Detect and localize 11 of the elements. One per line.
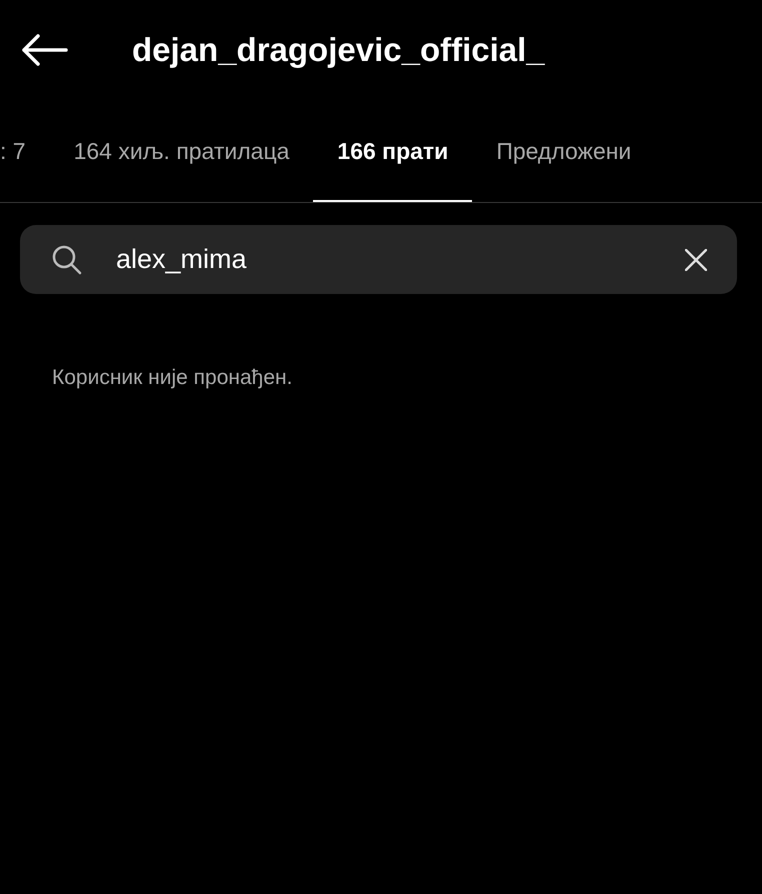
search-input[interactable]: alex_mima <box>114 243 685 276</box>
profile-username: dejan_dragojevic_official_ <box>132 31 545 69</box>
search-icon <box>52 244 82 274</box>
tab[interactable]: Предложени <box>472 102 656 202</box>
tab[interactable]: : 7 <box>0 102 50 202</box>
tab[interactable]: 166 прати <box>313 102 472 202</box>
back-arrow-icon[interactable] <box>20 33 68 67</box>
tab[interactable]: 164 хиљ. пратилаца <box>50 102 314 202</box>
search-field[interactable]: alex_mima <box>20 225 737 294</box>
no-results-message: Корисник није пронађен. <box>52 366 294 390</box>
clear-icon[interactable] <box>685 248 707 270</box>
